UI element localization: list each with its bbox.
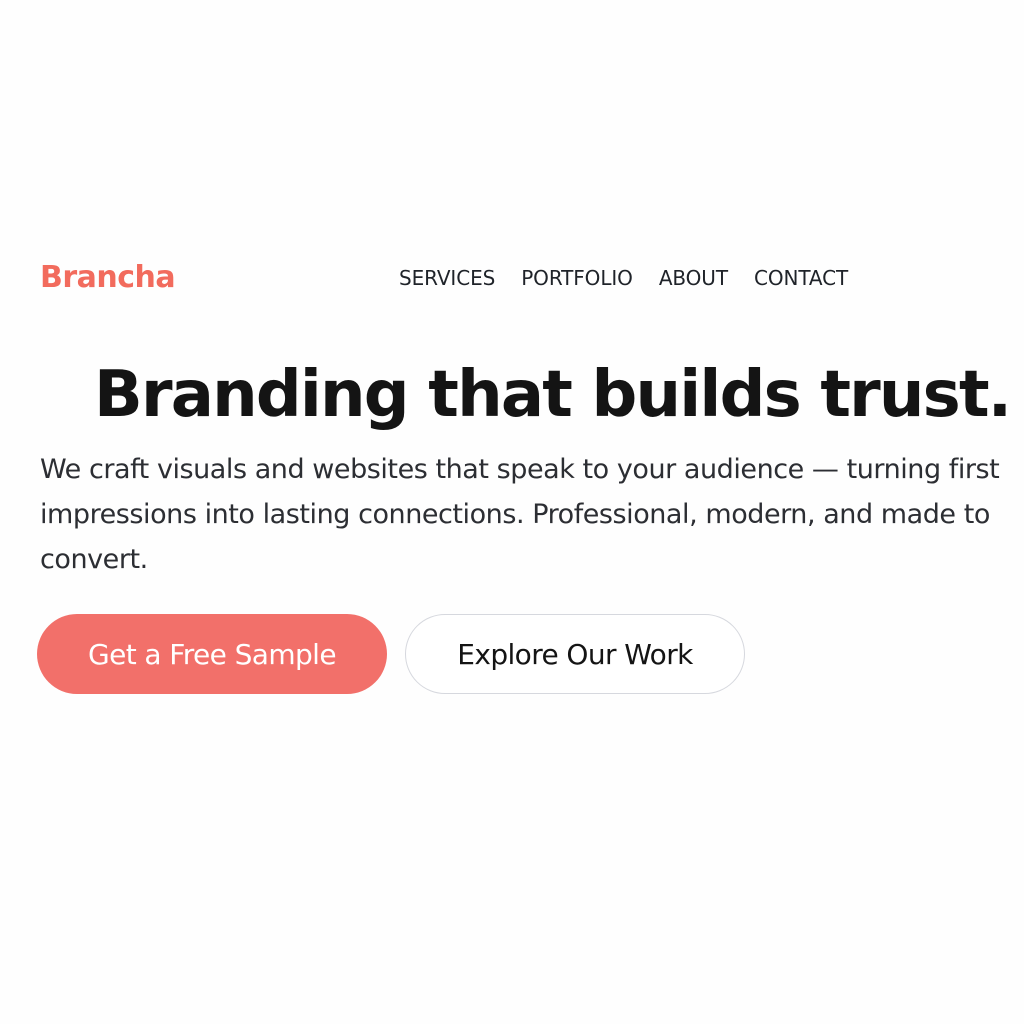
main-nav: SERVICES PORTFOLIO ABOUT CONTACT [399,263,848,293]
nav-link-contact[interactable]: CONTACT [754,263,848,293]
hero-description: We craft visuals and websites that speak… [40,454,1000,575]
site-header: Brancha SERVICES PORTFOLIO ABOUT CONTACT [0,250,1024,310]
page: Brancha SERVICES PORTFOLIO ABOUT CONTACT… [0,0,1024,1024]
brand-logo[interactable]: Brancha [40,258,176,298]
nav-link-about[interactable]: ABOUT [659,263,728,293]
explore-our-work-button[interactable]: Explore Our Work [405,614,745,694]
nav-link-portfolio[interactable]: PORTFOLIO [521,263,633,293]
nav-link-services[interactable]: SERVICES [399,263,495,293]
hero-title: Branding that builds trust. [94,358,1012,432]
get-free-sample-button[interactable]: Get a Free Sample [37,614,387,694]
